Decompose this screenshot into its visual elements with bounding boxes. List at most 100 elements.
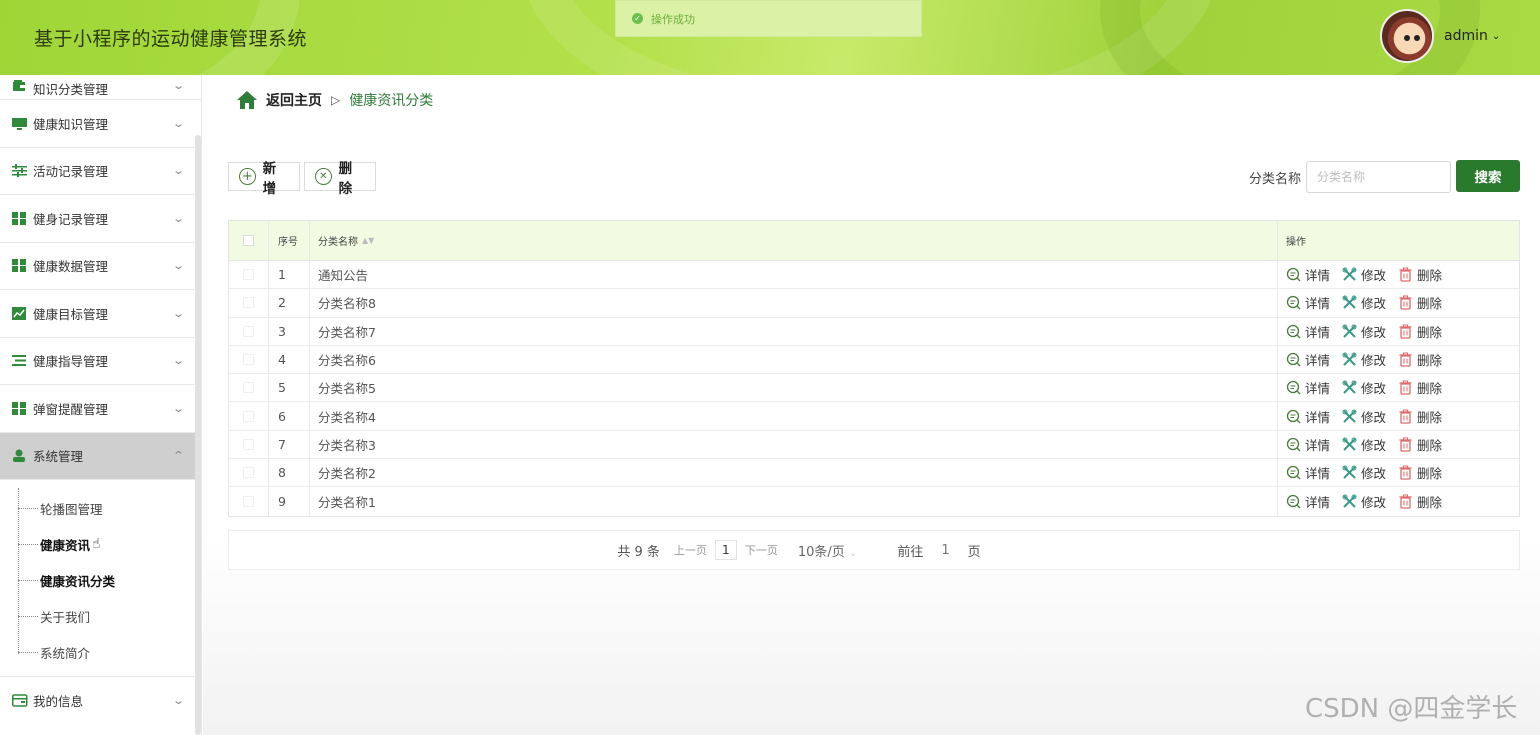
detail-button[interactable]: 详情: [1286, 435, 1330, 454]
delete-label: 删除: [1417, 324, 1443, 340]
sidebar-item-system[interactable]: 系统管理 ⌃: [0, 432, 201, 480]
detail-button[interactable]: 详情: [1286, 322, 1330, 341]
edit-button[interactable]: 修改: [1342, 435, 1386, 454]
page-size-value: 10条/页: [797, 544, 845, 560]
user-menu[interactable]: admin ⌄: [1380, 9, 1500, 63]
delete-row-button[interactable]: 删除: [1398, 407, 1442, 426]
breadcrumb-home[interactable]: 返回主页: [266, 90, 322, 110]
detail-button[interactable]: 详情: [1286, 265, 1330, 284]
detail-button[interactable]: 详情: [1286, 378, 1330, 397]
home-icon[interactable]: [236, 90, 258, 110]
chevron-up-icon: ⌃: [171, 449, 185, 463]
submenu-item-about-us[interactable]: 关于我们: [18, 598, 201, 634]
detail-button[interactable]: 详情: [1286, 492, 1330, 511]
avatar[interactable]: [1380, 9, 1434, 63]
page-number[interactable]: 1: [714, 540, 737, 560]
sidebar-item-fitness-records[interactable]: 健身记录管理 ⌄: [0, 195, 201, 243]
sidebar-item-health-knowledge[interactable]: 健康知识管理 ⌄: [0, 100, 201, 148]
detail-button[interactable]: 详情: [1286, 407, 1330, 426]
edit-button[interactable]: 修改: [1342, 293, 1386, 312]
chart-icon: [12, 306, 27, 320]
delete-row-button[interactable]: 删除: [1398, 492, 1442, 511]
row-checkbox[interactable]: [243, 467, 254, 479]
select-all-checkbox[interactable]: [243, 235, 254, 246]
edit-button[interactable]: 修改: [1342, 322, 1386, 341]
edit-button[interactable]: 修改: [1342, 265, 1386, 284]
sidebar-item-health-data[interactable]: 健康数据管理 ⌄: [0, 243, 201, 290]
search-button[interactable]: 搜索: [1456, 160, 1520, 192]
row-index: 6: [269, 402, 310, 430]
chevron-down-icon[interactable]: ⌄: [1492, 31, 1500, 42]
detail-button[interactable]: 详情: [1286, 463, 1330, 482]
success-toast: ✓ 操作成功: [615, 0, 922, 37]
sidebar-item-label: 健康数据管理: [33, 259, 109, 275]
pagination: 共 9 条 上一页 1 下一页 10条/页 ⌄ 前往 1 页: [228, 530, 1520, 570]
search-input[interactable]: [1306, 161, 1451, 193]
trash-icon: [1399, 437, 1412, 452]
row-index: 5: [269, 374, 310, 402]
delete-button[interactable]: ✕ 删除: [304, 161, 376, 197]
next-page-button[interactable]: 下一页: [745, 542, 778, 558]
delete-row-button[interactable]: 删除: [1398, 265, 1442, 284]
submenu-item-system-intro[interactable]: 系统简介: [18, 634, 201, 670]
detail-button[interactable]: 详情: [1286, 350, 1330, 369]
row-index: 9: [269, 487, 310, 516]
delete-row-button[interactable]: 删除: [1398, 322, 1442, 341]
tools-icon: [1342, 494, 1357, 508]
sidebar-item-health-guidance[interactable]: 健康指导管理 ⌄: [0, 338, 201, 385]
detail-button[interactable]: 详情: [1286, 293, 1330, 312]
tools-icon: [1342, 267, 1357, 281]
row-checkbox[interactable]: [243, 354, 254, 366]
delete-row-button[interactable]: 删除: [1398, 463, 1442, 482]
sidebar-item-activity-records[interactable]: 活动记录管理 ⌄: [0, 148, 201, 195]
sidebar-item-popup-reminders[interactable]: 弹窗提醒管理 ⌄: [0, 385, 201, 433]
add-button[interactable]: + 新增: [228, 161, 300, 197]
search-detail-icon: [1286, 296, 1301, 310]
delete-row-button[interactable]: 删除: [1398, 350, 1442, 369]
edit-label: 修改: [1361, 268, 1387, 284]
grid-icon: [12, 401, 27, 415]
edit-button[interactable]: 修改: [1342, 463, 1386, 482]
prev-page-button[interactable]: 上一页: [674, 542, 707, 558]
row-index: 8: [269, 459, 310, 487]
row-checkbox[interactable]: [243, 438, 254, 450]
submenu-item-carousel[interactable]: 轮播图管理: [18, 490, 201, 526]
list-icon: [12, 354, 27, 367]
sidebar-scrollbar[interactable]: [195, 135, 201, 735]
page-size-select[interactable]: 10条/页 ⌄: [798, 541, 857, 560]
goto-input[interactable]: 1: [941, 543, 949, 558]
sidebar-item-label: 健康目标管理: [33, 306, 109, 322]
search-detail-icon: [1286, 352, 1301, 367]
row-checkbox[interactable]: [243, 496, 254, 508]
monitor-icon: [12, 117, 27, 130]
row-checkbox[interactable]: [243, 410, 254, 422]
edit-button[interactable]: 修改: [1342, 492, 1386, 511]
edit-button[interactable]: 修改: [1342, 378, 1386, 397]
submenu-item-health-news-category[interactable]: 健康资讯分类: [18, 562, 201, 598]
header-name-label: 分类名称: [318, 237, 358, 248]
submenu-item-health-news[interactable]: 健康资讯 ☝: [18, 526, 201, 562]
row-checkbox[interactable]: [243, 382, 254, 394]
edit-button[interactable]: 修改: [1342, 350, 1386, 369]
submenu-label: 健康资讯分类: [40, 573, 116, 589]
sidebar-item-label: 健身记录管理: [33, 211, 109, 227]
delete-label: 删除: [1417, 353, 1443, 369]
delete-row-button[interactable]: 删除: [1398, 378, 1442, 397]
row-checkbox[interactable]: [243, 325, 254, 337]
delete-label: 删除: [1417, 437, 1443, 453]
submenu-label: 系统简介: [40, 645, 91, 661]
sort-icon[interactable]: ▲▼: [362, 236, 374, 245]
username[interactable]: admin: [1444, 28, 1488, 44]
page-unit: 页: [967, 544, 981, 560]
row-checkbox[interactable]: [243, 297, 254, 309]
row-name: 分类名称4: [310, 402, 1278, 430]
sidebar-item-health-goals[interactable]: 健康目标管理 ⌄: [0, 290, 201, 338]
header-name[interactable]: 分类名称 ▲▼: [310, 221, 1278, 260]
row-checkbox[interactable]: [243, 269, 254, 281]
sidebar-item-my-info[interactable]: 我的信息 ⌄: [0, 676, 201, 724]
toast-text: 操作成功: [651, 12, 695, 26]
sidebar-item-knowledge-category[interactable]: 知识分类管理 ⌄: [0, 75, 201, 100]
edit-button[interactable]: 修改: [1342, 407, 1386, 426]
delete-row-button[interactable]: 删除: [1398, 435, 1442, 454]
delete-row-button[interactable]: 删除: [1398, 293, 1442, 312]
